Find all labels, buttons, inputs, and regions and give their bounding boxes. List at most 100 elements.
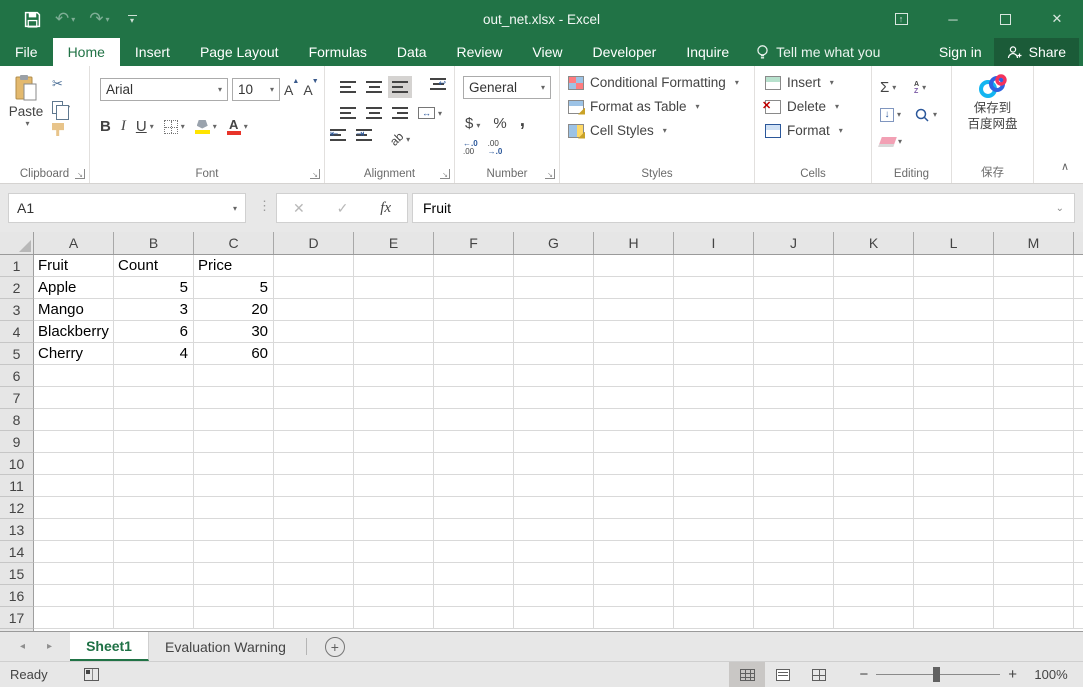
cell-K12[interactable]	[834, 497, 914, 519]
cell-I11[interactable]	[674, 475, 754, 497]
cell-partial-17[interactable]	[1074, 607, 1083, 629]
cell-B12[interactable]	[114, 497, 194, 519]
cell-G10[interactable]	[514, 453, 594, 475]
cell-D6[interactable]	[274, 365, 354, 387]
autosum-button[interactable]: Σ▾	[880, 79, 914, 96]
tell-me-box[interactable]: Tell me what you	[744, 38, 892, 66]
cell-F17[interactable]	[434, 607, 514, 629]
tab-page-layout[interactable]: Page Layout	[185, 38, 294, 66]
increase-indent-button[interactable]: ⇥	[362, 128, 386, 150]
page-layout-view-button[interactable]	[765, 662, 801, 687]
bottom-align-button[interactable]	[388, 76, 412, 98]
cell-D14[interactable]	[274, 541, 354, 563]
middle-align-button[interactable]	[362, 76, 386, 98]
cell-M1[interactable]	[994, 255, 1074, 277]
alignment-dialog-launcher[interactable]	[440, 169, 450, 179]
formula-bar-drag-dots[interactable]: ⋮	[258, 198, 271, 214]
undo-caret-icon[interactable]: ▾	[71, 15, 75, 24]
column-header-H[interactable]: H	[594, 232, 674, 254]
cell-H9[interactable]	[594, 431, 674, 453]
cell-K6[interactable]	[834, 365, 914, 387]
cell-K4[interactable]	[834, 321, 914, 343]
cell-K13[interactable]	[834, 519, 914, 541]
cell-E10[interactable]	[354, 453, 434, 475]
cell-J4[interactable]	[754, 321, 834, 343]
cell-D3[interactable]	[274, 299, 354, 321]
cell-L9[interactable]	[914, 431, 994, 453]
new-sheet-button[interactable]: +	[325, 637, 345, 657]
cell-I3[interactable]	[674, 299, 754, 321]
cell-B10[interactable]	[114, 453, 194, 475]
cell-G6[interactable]	[514, 365, 594, 387]
cell-M13[interactable]	[994, 519, 1074, 541]
column-header-D[interactable]: D	[274, 232, 354, 254]
cell-A12[interactable]	[34, 497, 114, 519]
cell-B4[interactable]: 6	[114, 321, 194, 343]
row-header-5[interactable]: 5	[0, 343, 34, 365]
cell-F2[interactable]	[434, 277, 514, 299]
cell-A17[interactable]	[34, 607, 114, 629]
normal-view-button[interactable]	[729, 662, 765, 687]
cell-B7[interactable]	[114, 387, 194, 409]
cell-partial-16[interactable]	[1074, 585, 1083, 607]
cell-E8[interactable]	[354, 409, 434, 431]
column-header-E[interactable]: E	[354, 232, 434, 254]
row-header-15[interactable]: 15	[0, 563, 34, 585]
cell-F7[interactable]	[434, 387, 514, 409]
tab-review[interactable]: Review	[442, 38, 518, 66]
column-header-partial[interactable]	[1074, 232, 1083, 254]
zoom-in-button[interactable]: +	[1000, 666, 1025, 683]
cell-I10[interactable]	[674, 453, 754, 475]
tab-view[interactable]: View	[517, 38, 577, 66]
tab-insert[interactable]: Insert	[120, 38, 185, 66]
cell-A8[interactable]	[34, 409, 114, 431]
cell-C4[interactable]: 30	[194, 321, 274, 343]
cell-I6[interactable]	[674, 365, 754, 387]
cell-G1[interactable]	[514, 255, 594, 277]
format-as-table-button[interactable]: Format as Table▾	[568, 99, 739, 114]
cell-K16[interactable]	[834, 585, 914, 607]
cell-H3[interactable]	[594, 299, 674, 321]
cell-E15[interactable]	[354, 563, 434, 585]
cell-D15[interactable]	[274, 563, 354, 585]
cell-L1[interactable]	[914, 255, 994, 277]
save-to-netdisk-button[interactable]: 保存到 百度网盘	[952, 72, 1033, 132]
cell-F4[interactable]	[434, 321, 514, 343]
cell-A6[interactable]	[34, 365, 114, 387]
column-header-I[interactable]: I	[674, 232, 754, 254]
cell-I9[interactable]	[674, 431, 754, 453]
cell-J13[interactable]	[754, 519, 834, 541]
cell-I1[interactable]	[674, 255, 754, 277]
cell-L8[interactable]	[914, 409, 994, 431]
sheet-tab-evaluation-warning[interactable]: Evaluation Warning	[149, 632, 302, 661]
cell-K7[interactable]	[834, 387, 914, 409]
cell-E9[interactable]	[354, 431, 434, 453]
format-painter-button[interactable]	[52, 123, 70, 136]
cell-C1[interactable]: Price	[194, 255, 274, 277]
cell-A16[interactable]	[34, 585, 114, 607]
cell-I2[interactable]	[674, 277, 754, 299]
cell-M9[interactable]	[994, 431, 1074, 453]
cell-H7[interactable]	[594, 387, 674, 409]
cell-D8[interactable]	[274, 409, 354, 431]
cell-M5[interactable]	[994, 343, 1074, 365]
cell-K11[interactable]	[834, 475, 914, 497]
sort-filter-button[interactable]: AZ▾	[914, 81, 948, 95]
sign-in-button[interactable]: Sign in	[927, 38, 994, 66]
column-header-A[interactable]: A	[34, 232, 114, 254]
tab-inquire[interactable]: Inquire	[671, 38, 744, 66]
cell-B8[interactable]	[114, 409, 194, 431]
cell-partial-11[interactable]	[1074, 475, 1083, 497]
cell-G4[interactable]	[514, 321, 594, 343]
cell-partial-10[interactable]	[1074, 453, 1083, 475]
format-cells-button[interactable]: Format▾	[765, 123, 843, 138]
cell-G15[interactable]	[514, 563, 594, 585]
cell-B11[interactable]	[114, 475, 194, 497]
cell-M8[interactable]	[994, 409, 1074, 431]
cell-E4[interactable]	[354, 321, 434, 343]
cell-A3[interactable]: Mango	[34, 299, 114, 321]
cell-F16[interactable]	[434, 585, 514, 607]
cell-A4[interactable]: Blackberry	[34, 321, 114, 343]
clipboard-dialog-launcher[interactable]	[75, 169, 85, 179]
cell-G16[interactable]	[514, 585, 594, 607]
